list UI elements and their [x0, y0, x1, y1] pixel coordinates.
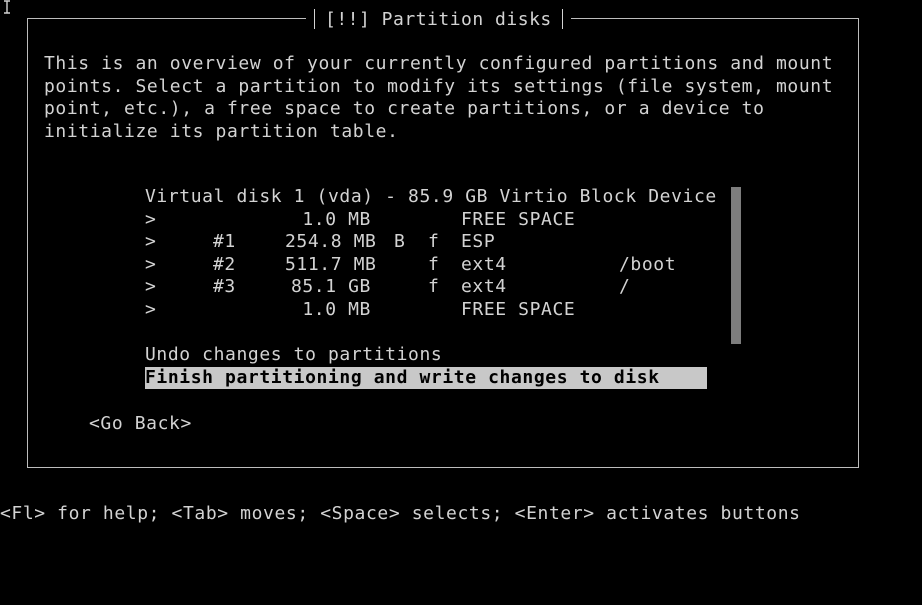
- disk-label: Virtual disk 1 (vda) - 85.9 GB Virtio Bl…: [145, 186, 717, 207]
- partition-marker: >: [145, 276, 157, 298]
- go-back-button[interactable]: <Go Back>: [89, 413, 192, 434]
- undo-changes-item[interactable]: Undo changes to partitions: [145, 344, 442, 367]
- partition-row[interactable]: > #3 85.1 GB f ext4 /: [145, 276, 630, 299]
- partition-size: 1.0 MB: [302, 208, 371, 230]
- text-cursor-icon: [4, 0, 10, 14]
- dialog-description: This is an overview of your currently co…: [44, 53, 834, 142]
- dialog-title: [!!] Partition disks: [325, 8, 552, 30]
- partition-marker: >: [145, 253, 157, 275]
- partition-mount: /: [619, 276, 631, 298]
- partition-number: #1: [213, 231, 236, 253]
- partition-size: 254.8 MB: [285, 231, 377, 253]
- partition-format-flag: f: [428, 231, 440, 253]
- partition-row[interactable]: > #2 511.7 MB f ext4 /boot: [145, 253, 676, 277]
- partition-marker: >: [145, 299, 157, 320]
- partition-number: #3: [213, 276, 236, 298]
- partition-number: #2: [213, 253, 236, 275]
- partition-filesystem: ESP: [461, 231, 496, 253]
- partition-mount: /boot: [619, 253, 677, 275]
- finish-partitioning-label: Finish partitioning and write changes to…: [145, 366, 660, 388]
- undo-changes-label: Undo changes to partitions: [145, 344, 443, 366]
- finish-partitioning-item[interactable]: Finish partitioning and write changes to…: [145, 366, 707, 390]
- partition-filesystem: FREE SPACE: [461, 299, 576, 320]
- partition-row[interactable]: > 1.0 MB FREE SPACE: [145, 208, 575, 232]
- partition-marker: >: [145, 208, 157, 230]
- partition-format-flag: f: [428, 276, 440, 298]
- dialog-title-bar: [!!] Partition disks: [306, 6, 571, 32]
- partition-size: 511.7 MB: [285, 253, 377, 275]
- partition-boot-flag: B: [394, 231, 406, 253]
- title-left-tick: [314, 9, 315, 29]
- partition-size: 1.0 MB: [302, 299, 371, 320]
- partition-format-flag: f: [428, 253, 440, 275]
- partition-row[interactable]: > #1 254.8 MB B f ESP: [145, 231, 495, 254]
- help-bar: <Fl> for help; <Tab> moves; <Space> sele…: [0, 503, 801, 524]
- disk-row[interactable]: Virtual disk 1 (vda) - 85.9 GB Virtio Bl…: [145, 186, 716, 209]
- partition-row[interactable]: > 1.0 MB FREE SPACE: [145, 299, 575, 322]
- partition-size: 85.1 GB: [290, 276, 371, 298]
- partition-list-scrollbar[interactable]: [731, 187, 741, 344]
- partition-filesystem: FREE SPACE: [461, 208, 576, 230]
- partition-marker: >: [145, 231, 157, 253]
- partition-filesystem: ext4: [461, 276, 507, 298]
- partition-filesystem: ext4: [461, 253, 507, 275]
- title-right-tick: [561, 9, 563, 29]
- scrollbar-thumb[interactable]: [731, 187, 741, 344]
